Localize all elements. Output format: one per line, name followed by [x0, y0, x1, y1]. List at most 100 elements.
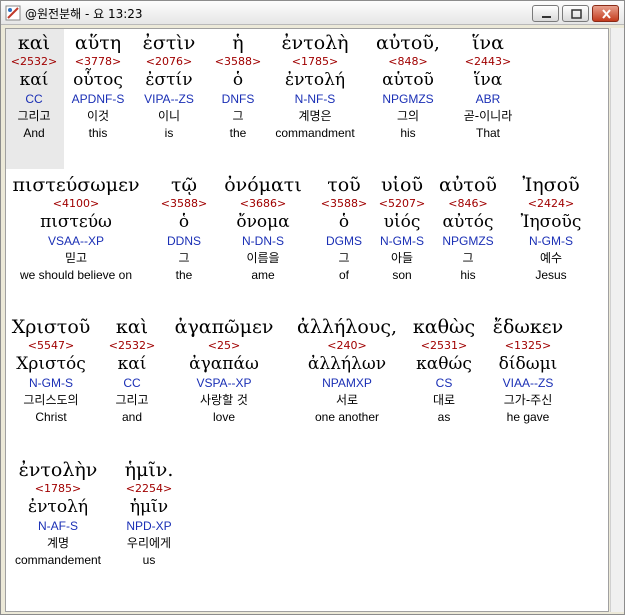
app-window: @원전분해 - 요 13:23 καὶ <2532> καί CC 그리고 An… — [0, 0, 625, 615]
maximize-button[interactable] — [562, 5, 589, 22]
word-card[interactable]: υἱοῦ <5207> υἱός N-GM-S 아들 son — [374, 174, 430, 283]
korean-gloss: 그가-주신 — [503, 393, 553, 407]
close-button[interactable] — [592, 5, 619, 22]
parsing-code: DNFS — [221, 92, 255, 106]
word-card[interactable]: ἡ <3588> ὁ DNFS 그 the — [210, 32, 266, 141]
parsing-code: NPGMZS — [382, 92, 434, 106]
english-gloss: That — [475, 126, 500, 140]
parsing-code: N-GM-S — [380, 234, 424, 248]
word-card[interactable]: αὐτοῦ <846> αὐτός NPGMZS 그 his — [434, 174, 502, 283]
greek-word: αὐτοῦ, — [376, 32, 440, 54]
parsing-code: N-DN-S — [242, 234, 284, 248]
window-title: @원전분해 - 요 13:23 — [25, 7, 143, 21]
title-bar[interactable]: @원전분해 - 요 13:23 — [1, 1, 624, 25]
greek-word: ὀνόματι — [224, 174, 302, 196]
lemma: Χριστός — [16, 354, 86, 374]
lemma: Ἰησοῦς — [520, 212, 582, 232]
parsing-code: DDNS — [166, 234, 201, 248]
word-card[interactable]: ὀνόματι <3686> ὄνομα N-DN-S 이름을 ame — [218, 174, 308, 283]
english-gloss: as — [437, 410, 451, 424]
verse-parse-panel: καὶ <2532> καί CC 그리고 And αὕτη <3778> οὗ… — [5, 28, 609, 612]
word-card[interactable]: ἵνα <2443> ἵνα ABR 곧-이니라 That — [452, 32, 524, 141]
word-card[interactable]: ἔδωκεν <1325> δίδωμι VIAA--ZS 그가-주신 he g… — [484, 316, 572, 425]
parsing-code: NPGMZS — [442, 234, 494, 248]
korean-gloss: 계명은 — [298, 109, 332, 123]
word-card[interactable]: ἀγαπῶμεν <25> ἀγαπάω VSPA--XP 사랑할 것 love — [170, 316, 278, 425]
lemma: ἐστίν — [145, 70, 193, 90]
strong-number: <1785> — [291, 55, 339, 68]
vertical-scrollbar[interactable] — [610, 28, 624, 612]
korean-gloss: 그 — [462, 251, 474, 265]
english-gloss: his — [460, 268, 476, 282]
word-card[interactable]: καὶ <2532> καί CC 그리고 And — [8, 32, 60, 141]
parsing-code: NPAMXP — [322, 376, 372, 390]
lemma: καί — [117, 354, 147, 374]
greek-word: ἡμῖν. — [124, 459, 174, 481]
greek-word: ἔδωκεν — [492, 316, 564, 338]
word-card[interactable]: ἐστὶν <2076> ἐστίν VIPA--ZS 이니 is — [134, 32, 204, 141]
parsing-code: DGMS — [326, 234, 362, 248]
lemma: υἱός — [383, 212, 421, 232]
lemma: ἀλλήλων — [307, 354, 387, 374]
korean-gloss: 그의 — [396, 109, 420, 123]
english-gloss: this — [88, 126, 108, 140]
strong-number: <3588> — [214, 55, 262, 68]
parsing-code: NPD-XP — [126, 519, 172, 533]
word-card[interactable]: πιστεύσωμεν <4100> πιστεύω VSAA--XP 믿고 w… — [6, 174, 146, 283]
lemma: πιστεύω — [40, 212, 112, 232]
word-card[interactable]: Χριστοῦ <5547> Χριστός N-GM-S 그리스도의 Chri… — [8, 316, 94, 425]
english-gloss: love — [212, 410, 235, 424]
word-card[interactable]: ἐντολὴν <1785> ἐντολή N-AF-S 계명 commande… — [6, 459, 110, 568]
korean-gloss: 사랑할 것 — [200, 393, 248, 407]
korean-gloss: 예수 — [539, 251, 563, 265]
strong-number: <3588> — [160, 197, 208, 210]
lemma: καθώς — [416, 354, 472, 374]
korean-gloss: 계명 — [46, 536, 70, 550]
word-card[interactable]: ἀλλήλους, <240> ἀλλήλων NPAMXP 서로 one an… — [286, 316, 408, 425]
word-card[interactable]: καὶ <2532> καί CC 그리고 and — [102, 316, 162, 425]
word-card[interactable]: Ἰησοῦ <2424> Ἰησοῦς N-GM-S 예수 Jesus — [512, 174, 590, 283]
strong-number: <4100> — [52, 197, 100, 210]
english-gloss: ame — [251, 268, 275, 282]
parsing-code: VSPA--XP — [196, 376, 252, 390]
lemma: ἀγαπάω — [189, 354, 259, 374]
word-card[interactable]: τοῦ <3588> ὁ DGMS 그 of — [316, 174, 372, 283]
strong-number: <2424> — [527, 197, 575, 210]
strong-number: <1785> — [34, 482, 82, 495]
greek-word: ἀγαπῶμεν — [174, 316, 274, 338]
korean-gloss: 서로 — [335, 393, 359, 407]
greek-word: τοῦ — [327, 174, 361, 196]
greek-word: αὐτοῦ — [439, 174, 497, 196]
greek-word: τῷ — [170, 174, 197, 196]
minimize-button[interactable] — [532, 5, 559, 22]
word-card[interactable]: αὕτη <3778> οὗτος APDNF-S 이것 this — [64, 32, 132, 141]
parsing-code: CC — [25, 92, 43, 106]
english-gloss: and — [121, 410, 143, 424]
strong-number: <3778> — [74, 55, 122, 68]
lemma: ἡμῖν — [129, 497, 169, 517]
korean-gloss: 그리고 — [17, 109, 51, 123]
korean-gloss: 곧-이니라 — [463, 109, 513, 123]
english-gloss: we should believe on — [19, 268, 133, 282]
greek-word: αὕτη — [74, 32, 122, 54]
word-card[interactable]: ἐντολὴ <1785> ἐντολή N-NF-S 계명은 commandm… — [270, 32, 360, 141]
strong-number: <2443> — [464, 55, 512, 68]
korean-gloss: 대로 — [432, 393, 456, 407]
korean-gloss: 우리에게 — [126, 536, 172, 550]
greek-word: Ἰησοῦ — [522, 174, 580, 196]
word-card[interactable]: αὐτοῦ, <848> αὑτοῦ NPGMZS 그의 his — [368, 32, 448, 141]
word-card[interactable]: ἡμῖν. <2254> ἡμῖν NPD-XP 우리에게 us — [114, 459, 184, 568]
word-card[interactable]: καθὼς <2531> καθώς CS 대로 as — [408, 316, 480, 425]
strong-number: <3588> — [320, 197, 368, 210]
korean-gloss: 아들 — [390, 251, 414, 265]
parsing-code: N-GM-S — [529, 234, 573, 248]
word-card[interactable]: τῷ <3588> ὁ DDNS 그 the — [156, 174, 212, 283]
parsing-code: VIAA--ZS — [502, 376, 554, 390]
parsing-code: VIPA--ZS — [144, 92, 194, 106]
korean-gloss: 이름을 — [246, 251, 280, 265]
greek-word: ἡ — [232, 32, 244, 54]
english-gloss: of — [338, 268, 349, 282]
english-gloss: the — [229, 126, 247, 140]
korean-gloss: 그 — [178, 251, 190, 265]
lemma: δίδωμι — [498, 354, 558, 374]
